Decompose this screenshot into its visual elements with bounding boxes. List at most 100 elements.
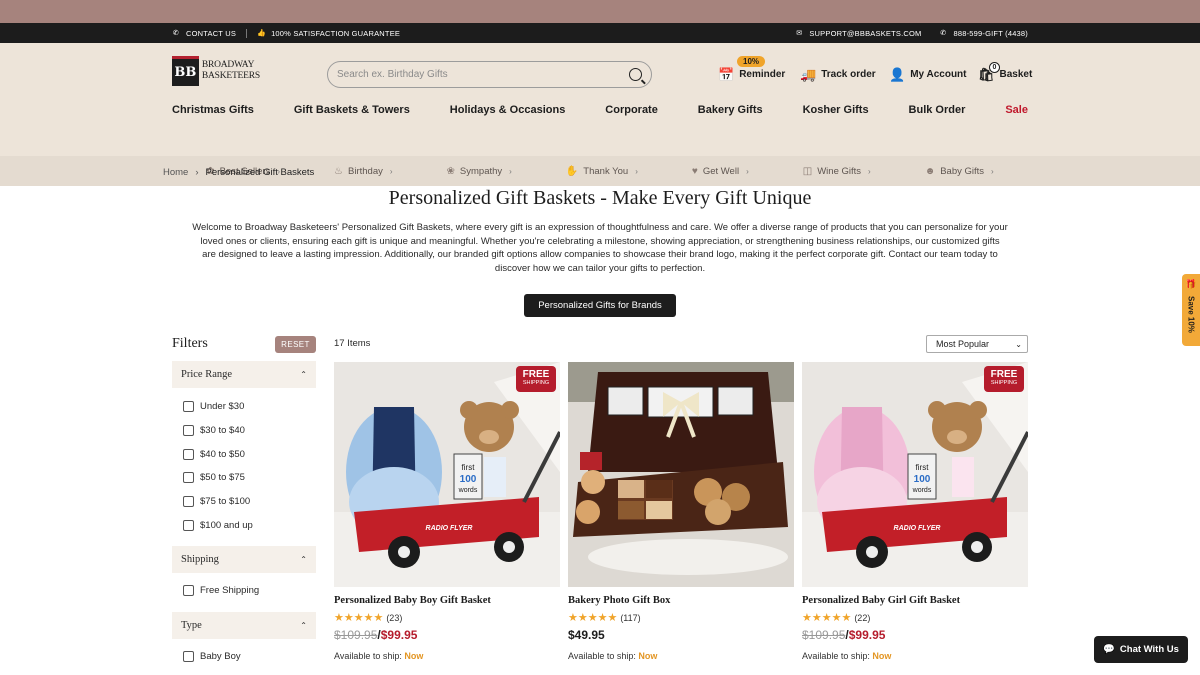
sort-selected-value: Most Popular (936, 339, 990, 349)
baby-icon: ☻ (924, 165, 936, 177)
filter-type-header[interactable]: Type ⌃ (172, 612, 316, 639)
ship-availability: Available to ship: Now (334, 651, 560, 661)
subnav-baby-gifts[interactable]: ☻ Baby Gifts › (898, 166, 1021, 177)
filter-option[interactable]: $40 to $50 (183, 449, 245, 460)
product-image[interactable]: first 100 words RADIO FLYER FREE SHIPPING (334, 362, 560, 587)
chevron-down-icon: ⌄ (1015, 339, 1022, 349)
subnav-label: Baby Gifts (940, 165, 985, 177)
nav-bakery-gifts[interactable]: Bakery Gifts (698, 104, 763, 116)
divider (246, 28, 248, 38)
subnav-thank-you[interactable]: ✋ Thank You › (539, 166, 665, 177)
subnav-sympathy[interactable]: ❀ Sympathy › (420, 166, 539, 177)
free-shipping-line-1: FREE (990, 369, 1018, 380)
sort-select[interactable]: Most Popular ⌄ (926, 335, 1028, 353)
support-phone-link[interactable]: 888-599-GIFT (4438) (953, 29, 1028, 38)
ship-value: Now (404, 651, 424, 661)
svg-text:RADIO FLYER: RADIO FLYER (426, 525, 473, 532)
gift-icon: 🎁 (1185, 279, 1197, 289)
intro-line: are designed to leave a lasting impressi… (202, 249, 998, 261)
filter-section-title: Type (181, 620, 202, 631)
product-rating: ★★★★★ (117) (568, 611, 794, 624)
subnav-label: Birthday (348, 165, 383, 177)
free-shipping-badge: FREE SHIPPING (516, 366, 556, 392)
save-10-percent-tab[interactable]: 🎁 Save 10% (1182, 274, 1200, 346)
checkbox[interactable] (183, 449, 194, 460)
nav-christmas-gifts[interactable]: Christmas Gifts (172, 104, 254, 116)
ship-label: Available to ship: (334, 651, 402, 661)
my-account-link[interactable]: 👤 My Account (889, 68, 967, 81)
personalized-gifts-for-brands-button[interactable]: Personalized Gifts for Brands (524, 294, 676, 317)
product-card[interactable]: Bakery Photo Gift Box ★★★★★ (117) $49.95 … (568, 362, 794, 661)
filter-price-range-header[interactable]: Price Range ⌃ (172, 361, 316, 388)
site-logo[interactable]: BB BROADWAY BASKETEERS (172, 52, 260, 90)
svg-text:words: words (912, 487, 932, 494)
review-count[interactable]: (117) (620, 613, 640, 623)
breadcrumb-current: Personalized Gift Baskets (205, 167, 315, 178)
breadcrumb-home[interactable]: Home (163, 167, 188, 178)
chevron-right-icon: › (509, 166, 512, 176)
checkbox[interactable] (183, 401, 194, 412)
filter-option[interactable]: $75 to $100 (183, 496, 250, 507)
flower-icon: ❀ (446, 165, 455, 177)
nav-holidays-occasions[interactable]: Holidays & Occasions (450, 104, 566, 116)
subnav-wine-gifts[interactable]: ◫ Wine Gifts › (776, 166, 898, 177)
free-shipping-badge: FREE SHIPPING (984, 366, 1024, 392)
chat-with-us-button[interactable]: 💬 Chat With Us (1094, 636, 1188, 663)
filter-option[interactable]: Baby Boy (183, 651, 241, 662)
nav-bulk-order[interactable]: Bulk Order (909, 104, 966, 116)
product-card[interactable]: first 100 words RADIO FLYER FREE SHIPPING… (802, 362, 1028, 661)
svg-text:100: 100 (914, 474, 931, 485)
reminder-discount-badge: 10% (737, 56, 766, 67)
logo-mark: BB (172, 56, 199, 86)
nav-kosher-gifts[interactable]: Kosher Gifts (803, 104, 869, 116)
phone-icon: ✆ (172, 30, 180, 37)
chat-label: Chat With Us (1119, 644, 1179, 655)
search-icon[interactable] (629, 68, 642, 81)
support-email-link[interactable]: SUPPORT@BBBASKETS.COM (809, 29, 921, 38)
review-count[interactable]: (23) (386, 613, 402, 623)
nav-corporate[interactable]: Corporate (605, 104, 658, 116)
filter-shipping-header[interactable]: Shipping ⌃ (172, 546, 316, 573)
product-name[interactable]: Bakery Photo Gift Box (568, 595, 794, 606)
free-shipping-line-2: SHIPPING (990, 380, 1018, 386)
mail-icon: ✉ (796, 30, 803, 37)
checkbox[interactable] (183, 520, 194, 531)
reset-filters-button[interactable]: RESET (275, 336, 316, 353)
filter-option[interactable]: $30 to $40 (183, 425, 245, 436)
filter-option[interactable]: $50 to $75 (183, 472, 245, 483)
basket-link[interactable]: 🛍 Basket (978, 68, 1032, 81)
product-name[interactable]: Personalized Baby Girl Gift Basket (802, 595, 1028, 606)
save-tab-label: Save 10% (1186, 296, 1196, 333)
product-image[interactable]: first 100 words RADIO FLYER FREE SHIPPING (802, 362, 1028, 587)
filter-option[interactable]: Under $30 (183, 401, 244, 412)
logo-text: BROADWAY BASKETEERS (202, 60, 260, 82)
checkbox[interactable] (183, 425, 194, 436)
product-card[interactable]: first 100 words RADIO FLYER FREE SHIPPING… (334, 362, 560, 661)
filter-option[interactable]: $100 and up (183, 520, 253, 531)
contact-us-link[interactable]: CONTACT US (186, 29, 236, 38)
baby-boy-basket-illustration: first 100 words RADIO FLYER (334, 362, 560, 587)
subnav-get-well[interactable]: ♥ Get Well › (665, 166, 776, 177)
product-name[interactable]: Personalized Baby Boy Gift Basket (334, 595, 560, 606)
review-count[interactable]: (22) (854, 613, 870, 623)
wine-glass-icon: ◫ (802, 165, 813, 177)
checkbox[interactable] (183, 472, 194, 483)
track-order-link[interactable]: 🚚 Track order (800, 68, 876, 81)
nav-sale[interactable]: Sale (1005, 104, 1028, 116)
checkbox[interactable] (183, 651, 194, 662)
chevron-right-icon: › (195, 167, 199, 178)
logo-line-2: BASKETEERS (201, 71, 260, 81)
reminder-link[interactable]: 📅 Reminder (718, 68, 785, 81)
product-image[interactable] (568, 362, 794, 587)
checkbox[interactable] (183, 585, 194, 596)
ship-availability: Available to ship: Now (568, 651, 794, 661)
subnav-birthday[interactable]: ♨ Birthday › (307, 166, 420, 177)
nav-gift-baskets-towers[interactable]: Gift Baskets & Towers (294, 104, 410, 116)
checkbox[interactable] (183, 496, 194, 507)
svg-text:first: first (916, 463, 930, 472)
heart-hands-icon: ♥ (691, 165, 698, 177)
filter-option[interactable]: Free Shipping (183, 585, 259, 596)
product-price: $109.95/$99.95 (802, 628, 886, 642)
search-input[interactable]: Search ex. Birthday Gifts (327, 61, 652, 88)
bakery-photo-box-illustration (568, 362, 794, 587)
